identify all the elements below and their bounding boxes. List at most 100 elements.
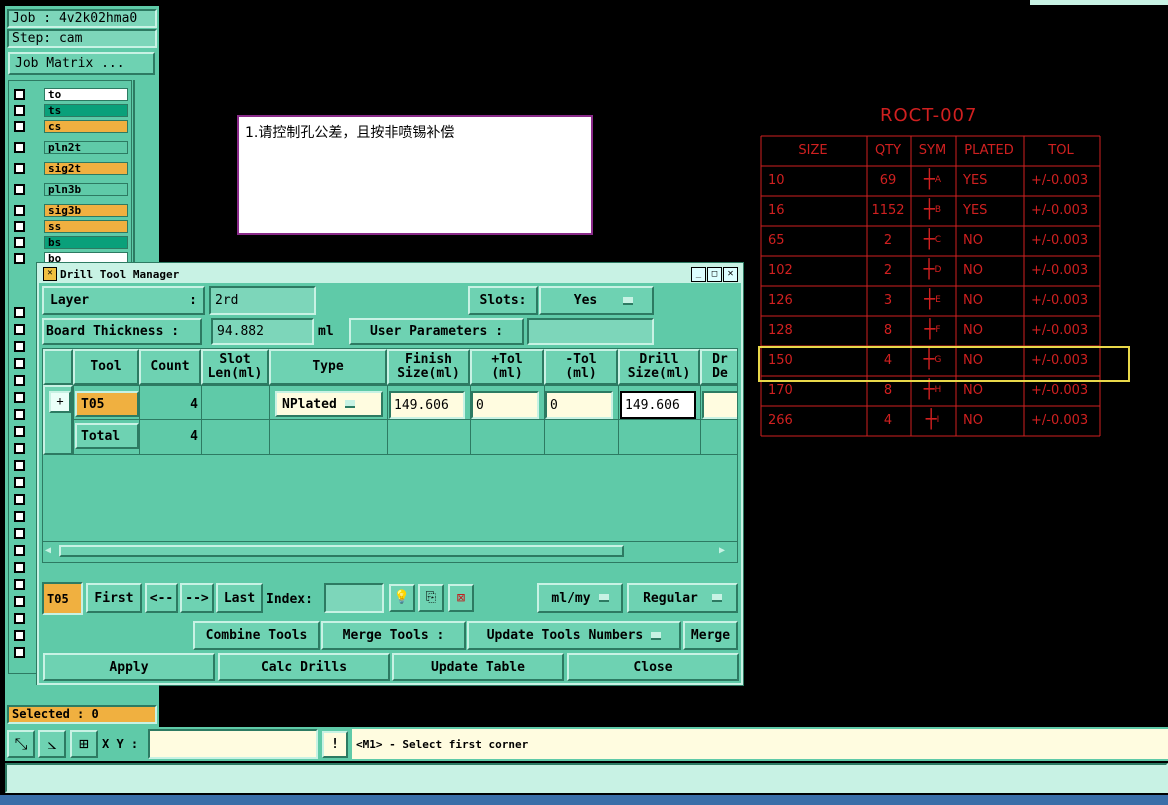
- grid-horizontal-scrollbar[interactable]: ◀ ▶: [43, 541, 737, 562]
- layer-field[interactable]: 2rd: [209, 286, 316, 315]
- layer-checkbox[interactable]: [14, 596, 25, 607]
- delete-icon[interactable]: ⊠: [448, 584, 474, 612]
- mode-dropdown[interactable]: Regular: [627, 583, 738, 613]
- user-parameters-field[interactable]: [527, 318, 654, 345]
- update-tools-numbers-dropdown[interactable]: Update Tools Numbers: [467, 621, 681, 650]
- job-matrix-button[interactable]: Job Matrix ...: [8, 52, 155, 75]
- drill-table-sym: ┼ E: [924, 289, 941, 310]
- layer-checkbox[interactable]: [14, 375, 25, 386]
- column-header[interactable]: -Tol (ml): [544, 349, 618, 385]
- board-thickness-field[interactable]: 94.882: [211, 318, 314, 345]
- layer-checkbox[interactable]: [14, 511, 25, 522]
- expand-row-button[interactable]: +: [49, 391, 71, 413]
- grid-icon[interactable]: ⊞: [70, 730, 98, 758]
- layer-item-bs[interactable]: bs: [44, 236, 128, 249]
- xy-label: X Y :: [102, 737, 139, 751]
- alert-icon[interactable]: !: [322, 731, 348, 758]
- maximize-icon[interactable]: □: [707, 266, 722, 282]
- layer-checkbox[interactable]: [14, 647, 25, 658]
- column-header[interactable]: Type: [269, 349, 387, 385]
- measure-icon[interactable]: ⦣: [38, 730, 66, 758]
- layer-checkbox[interactable]: [14, 253, 25, 264]
- drill-table-tol: +/-0.003: [1031, 232, 1089, 248]
- layer-checkbox[interactable]: [14, 358, 25, 369]
- units-dropdown[interactable]: ml/my: [537, 583, 623, 613]
- column-header[interactable]: +Tol (ml): [470, 349, 544, 385]
- drill-size-field[interactable]: 149.606: [620, 391, 696, 419]
- layer-checkbox[interactable]: [14, 89, 25, 100]
- user-parameters-button[interactable]: User Parameters :: [349, 318, 524, 345]
- plus-tol-field[interactable]: 0: [471, 391, 539, 419]
- type-dropdown[interactable]: NPlated: [275, 391, 383, 417]
- layer-item-pln2t[interactable]: pln2t: [44, 141, 128, 154]
- layer-item-sig3b[interactable]: sig3b: [44, 204, 128, 217]
- index-field[interactable]: [324, 583, 384, 613]
- layer-item-ts[interactable]: ts: [44, 104, 128, 117]
- drill-depth-field[interactable]: [702, 391, 737, 419]
- drill-table-size: 102: [768, 262, 793, 278]
- layer-checkbox[interactable]: [14, 579, 25, 590]
- layer-checkbox[interactable]: [14, 237, 25, 248]
- prev-button[interactable]: <--: [145, 583, 178, 613]
- drill-table-size: 126: [768, 292, 793, 308]
- column-header[interactable]: Finish Size(ml): [387, 349, 470, 385]
- layer-checkbox[interactable]: [14, 613, 25, 624]
- bulb-icon[interactable]: 💡: [389, 584, 415, 612]
- layer-checkbox[interactable]: [14, 443, 25, 454]
- layer-item-pln3b[interactable]: pln3b: [44, 183, 128, 196]
- slots-dropdown[interactable]: Yes: [539, 286, 654, 315]
- next-button[interactable]: -->: [180, 583, 214, 613]
- minimize-icon[interactable]: _: [691, 266, 706, 282]
- column-header[interactable]: Count: [139, 349, 201, 385]
- layer-checkbox[interactable]: [14, 630, 25, 641]
- column-header[interactable]: Tool: [73, 349, 139, 385]
- layer-checkbox[interactable]: [14, 460, 25, 471]
- finish-size-field[interactable]: 149.606: [389, 391, 465, 419]
- layer-checkbox[interactable]: [14, 121, 25, 132]
- layer-checkbox[interactable]: [14, 494, 25, 505]
- layer-item-to[interactable]: to: [44, 88, 128, 101]
- column-header[interactable]: Drill Size(ml): [618, 349, 700, 385]
- layer-checkbox[interactable]: [14, 307, 25, 318]
- minus-tol-field[interactable]: 0: [545, 391, 613, 419]
- layer-checkbox[interactable]: [14, 341, 25, 352]
- first-button[interactable]: First: [86, 583, 142, 613]
- layer-checkbox[interactable]: [14, 184, 25, 195]
- close-button[interactable]: Close: [567, 653, 739, 681]
- tool-t05-button[interactable]: T05: [75, 391, 139, 417]
- update-table-button[interactable]: Update Table: [392, 653, 564, 681]
- layer-checkbox[interactable]: [14, 324, 25, 335]
- close-icon[interactable]: ✕: [723, 266, 738, 282]
- layer-checkbox[interactable]: [14, 528, 25, 539]
- scroll-right-icon[interactable]: ▶: [719, 544, 733, 558]
- layer-item-sig2t[interactable]: sig2t: [44, 162, 128, 175]
- zoom-icon[interactable]: ⤡: [7, 730, 35, 758]
- apply-button[interactable]: Apply: [43, 653, 215, 681]
- column-header[interactable]: Dr De: [700, 349, 737, 385]
- total-button[interactable]: Total: [75, 423, 139, 449]
- merge-button[interactable]: Merge: [683, 621, 738, 650]
- layer-item-cs[interactable]: cs: [44, 120, 128, 133]
- dialog-titlebar[interactable]: ✕ Drill Tool Manager _ □ ✕: [39, 265, 741, 283]
- calc-drills-button[interactable]: Calc Drills: [218, 653, 390, 681]
- xy-input[interactable]: [148, 729, 318, 759]
- layer-checkbox[interactable]: [14, 562, 25, 573]
- layer-checkbox[interactable]: [14, 477, 25, 488]
- layer-checkbox[interactable]: [14, 409, 25, 420]
- layer-checkbox[interactable]: [14, 205, 25, 216]
- layer-checkbox[interactable]: [14, 221, 25, 232]
- column-header[interactable]: Slot Len(ml): [201, 349, 269, 385]
- filter-icon[interactable]: ⎘: [418, 584, 444, 612]
- scroll-thumb[interactable]: [59, 545, 624, 557]
- layer-checkbox[interactable]: [14, 142, 25, 153]
- layer-checkbox[interactable]: [14, 426, 25, 437]
- layer-checkbox[interactable]: [14, 392, 25, 403]
- layer-checkbox[interactable]: [14, 105, 25, 116]
- layer-item-ss[interactable]: ss: [44, 220, 128, 233]
- scroll-left-icon[interactable]: ◀: [45, 544, 59, 558]
- layer-checkbox[interactable]: [14, 163, 25, 174]
- combine-tools-button[interactable]: Combine Tools: [193, 621, 320, 650]
- layer-checkbox[interactable]: [14, 545, 25, 556]
- last-button[interactable]: Last: [216, 583, 263, 613]
- drill-table-size: 128: [768, 322, 793, 338]
